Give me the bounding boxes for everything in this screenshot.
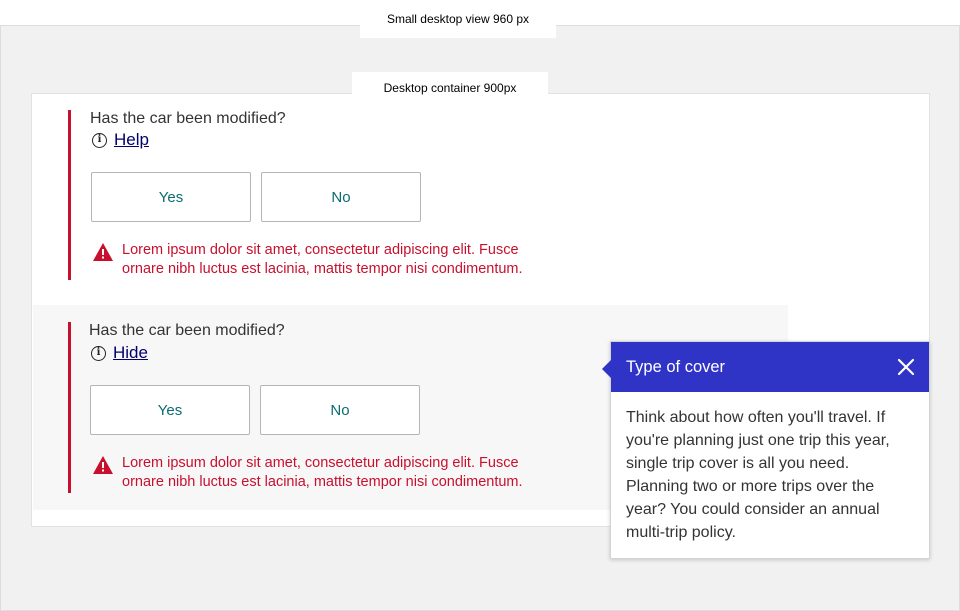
error-text: Lorem ipsum dolor sit amet, consectetur … [122, 455, 523, 490]
popover-header: Type of cover [611, 342, 929, 392]
no-button[interactable]: No [260, 385, 420, 435]
help-popover: Type of cover Think about how often you'… [602, 341, 930, 559]
viewport-label: Small desktop view 960 px [360, 0, 556, 38]
warning-icon [93, 243, 113, 261]
info-icon: i [91, 345, 106, 361]
info-icon: i [92, 132, 107, 148]
popover-title: Type of cover [626, 357, 726, 376]
container-label: Desktop container 900px [352, 72, 548, 104]
yes-button[interactable]: Yes [90, 385, 250, 435]
help-toggle[interactable]: i Hide [91, 343, 148, 363]
yes-button[interactable]: Yes [91, 172, 251, 222]
error-text: Lorem ipsum dolor sit amet, consectetur … [122, 242, 523, 277]
question-block: Has the car been modified? i Hide Yes No… [68, 322, 588, 493]
error-message: Lorem ipsum dolor sit amet, consectetur … [92, 241, 562, 279]
close-icon[interactable] [897, 358, 915, 376]
error-message: Lorem ipsum dolor sit amet, consectetur … [92, 454, 562, 492]
hide-link[interactable]: Hide [113, 343, 148, 363]
popover-pointer [602, 360, 611, 378]
no-button[interactable]: No [261, 172, 421, 222]
question-block: Has the car been modified? i Help Yes No… [68, 110, 588, 280]
question-title: Has the car been modified? [90, 110, 286, 127]
popover-body: Think about how often you'll travel. If … [626, 409, 890, 541]
warning-icon [93, 456, 113, 474]
question-title: Has the car been modified? [89, 322, 285, 339]
help-link[interactable]: Help [114, 130, 149, 150]
help-toggle[interactable]: i Help [92, 130, 149, 150]
